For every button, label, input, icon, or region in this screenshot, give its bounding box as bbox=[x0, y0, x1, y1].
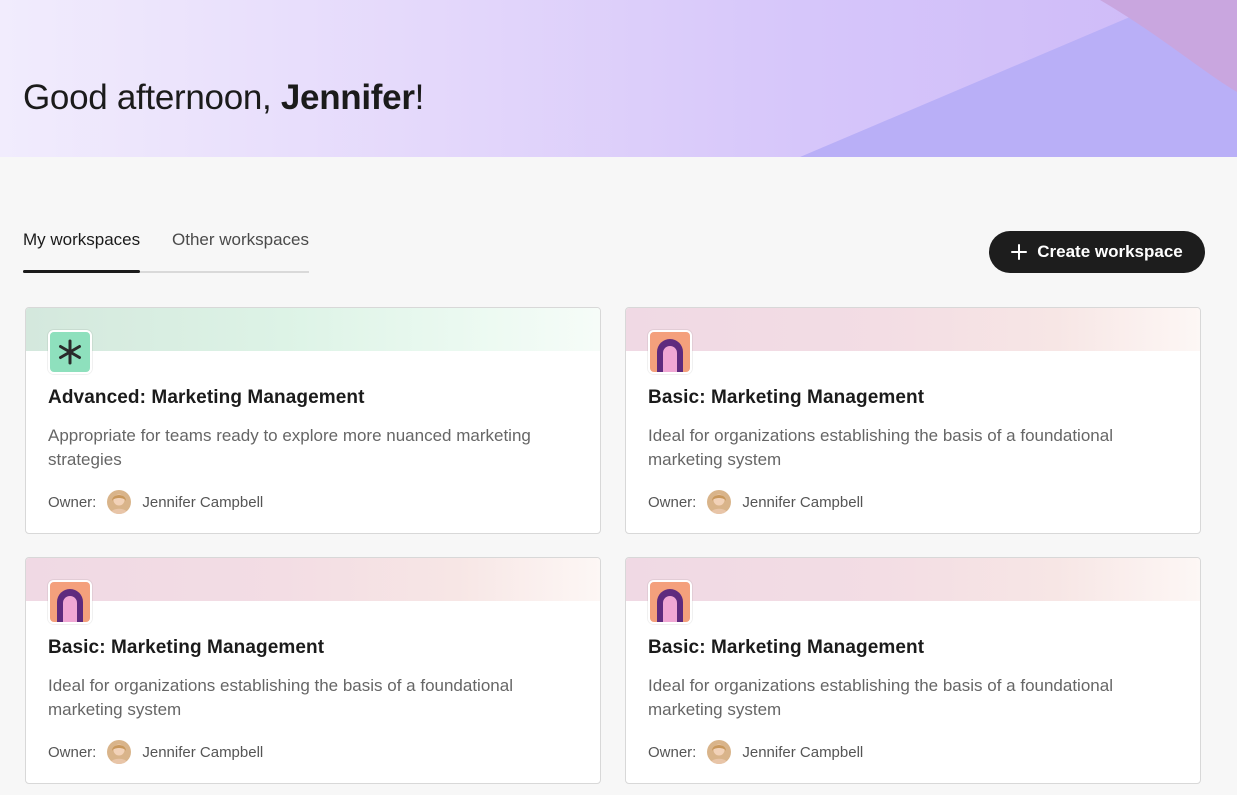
asterisk-icon bbox=[48, 330, 92, 374]
owner-label: Owner: bbox=[648, 493, 697, 511]
card-banner bbox=[626, 308, 1200, 351]
owner-label: Owner: bbox=[48, 743, 97, 761]
page-greeting: Good afternoon, Jennifer! bbox=[23, 78, 425, 117]
card-title: Advanced: Marketing Management bbox=[48, 387, 365, 408]
card-owner: Owner: Jennifer Campbell bbox=[48, 740, 263, 764]
card-title: Basic: Marketing Management bbox=[648, 387, 925, 408]
user-first-name: Jennifer bbox=[280, 78, 415, 117]
arch-icon bbox=[648, 330, 692, 374]
avatar bbox=[707, 490, 732, 514]
workspace-card[interactable]: Advanced: Marketing Management Appropria… bbox=[25, 307, 601, 534]
arch-icon bbox=[648, 580, 692, 624]
card-description: Ideal for organizations establishing the… bbox=[48, 676, 513, 719]
owner-label: Owner: bbox=[48, 493, 97, 511]
owner-name: Jennifer Campbell bbox=[742, 493, 864, 511]
avatar bbox=[107, 740, 132, 764]
plus-icon bbox=[1011, 244, 1028, 260]
card-banner bbox=[26, 308, 600, 351]
tab-other-workspaces[interactable]: Other workspaces bbox=[172, 230, 309, 250]
card-description: Appropriate for teams ready to explore m… bbox=[48, 426, 531, 469]
workspace-card[interactable]: Basic: Marketing Management Ideal for or… bbox=[625, 557, 1201, 784]
owner-name: Jennifer Campbell bbox=[142, 743, 264, 761]
owner-name: Jennifer Campbell bbox=[142, 493, 264, 511]
card-owner: Owner: Jennifer Campbell bbox=[648, 490, 863, 514]
card-owner: Owner: Jennifer Campbell bbox=[648, 740, 863, 764]
arch-icon bbox=[48, 580, 92, 624]
owner-name: Jennifer Campbell bbox=[742, 743, 864, 761]
hero-banner: Good afternoon, Jennifer! bbox=[0, 0, 1237, 157]
active-tab-indicator bbox=[23, 270, 140, 273]
workspace-card[interactable]: Basic: Marketing Management Ideal for or… bbox=[625, 307, 1201, 534]
workspace-card[interactable]: Basic: Marketing Management Ideal for or… bbox=[25, 557, 601, 784]
card-description: Ideal for organizations establishing the… bbox=[648, 426, 1113, 469]
avatar bbox=[107, 490, 132, 514]
avatar bbox=[707, 740, 732, 764]
workspace-tabs: My workspaces Other workspaces bbox=[23, 230, 309, 273]
card-owner: Owner: Jennifer Campbell bbox=[48, 490, 263, 514]
card-banner bbox=[626, 558, 1200, 601]
card-banner bbox=[26, 558, 600, 601]
create-workspace-button[interactable]: Create workspace bbox=[989, 231, 1205, 273]
tab-my-workspaces[interactable]: My workspaces bbox=[23, 230, 140, 250]
card-title: Basic: Marketing Management bbox=[648, 637, 925, 658]
create-workspace-label: Create workspace bbox=[1037, 242, 1183, 261]
owner-label: Owner: bbox=[648, 743, 697, 761]
card-title: Basic: Marketing Management bbox=[48, 637, 325, 658]
card-description: Ideal for organizations establishing the… bbox=[648, 676, 1113, 719]
